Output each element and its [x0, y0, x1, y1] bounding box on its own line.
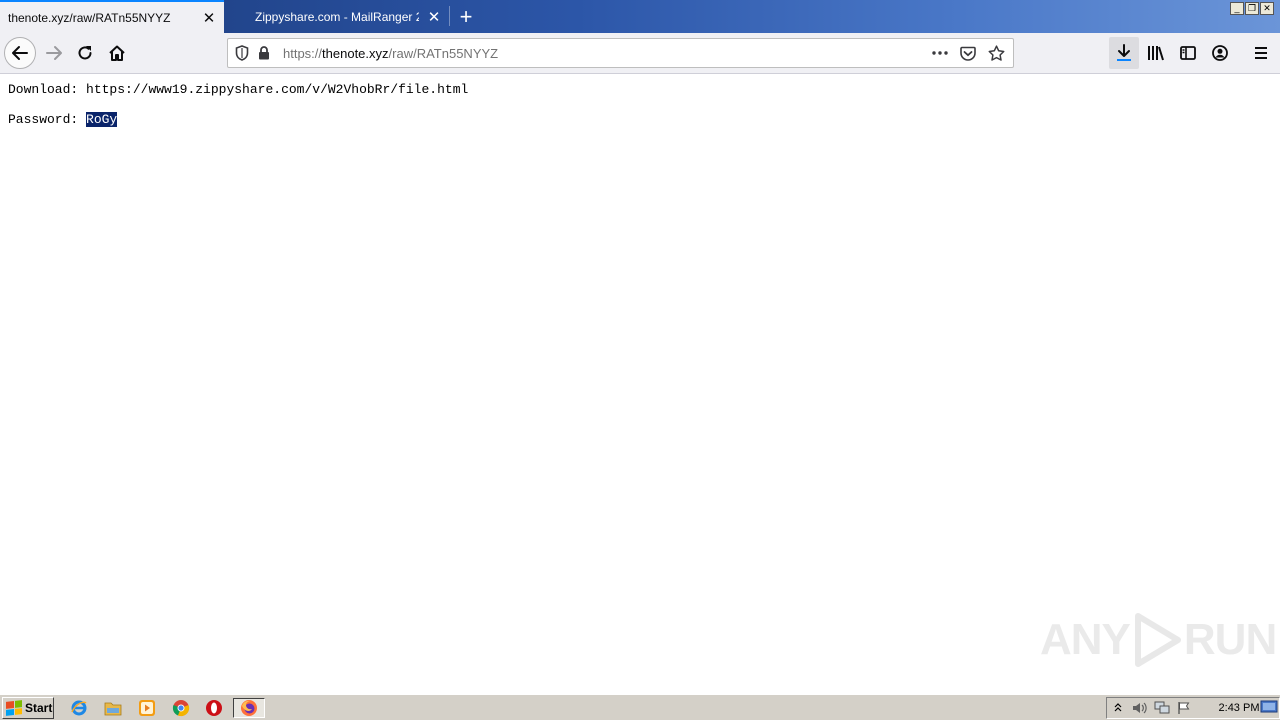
close-tab-icon[interactable]: ✕: [194, 9, 224, 27]
chrome-icon[interactable]: [170, 698, 192, 718]
tab-active[interactable]: thenote.xyz/raw/RATn55NYYZ ✕: [0, 0, 224, 33]
password-label: Password:: [8, 112, 79, 127]
sidebar-icon: [1180, 46, 1196, 60]
reload-icon: [78, 46, 92, 60]
url-actions: [929, 42, 1007, 64]
volume-icon[interactable]: [1129, 698, 1151, 718]
close-tab-icon[interactable]: ✕: [419, 8, 449, 26]
password-value[interactable]: RoGy: [86, 112, 118, 127]
tracking-shield-icon[interactable]: [231, 39, 253, 67]
tab-strip: thenote.xyz/raw/RATn55NYYZ ✕ Zippyshare.…: [0, 0, 1280, 33]
new-tab-button[interactable]: +: [452, 0, 480, 33]
tab-title: Zippyshare.com - MailRanger 2.rar: [255, 9, 419, 24]
explorer-icon[interactable]: [102, 698, 124, 718]
download-url: https://www19.zippyshare.com/v/W2VhobRr/…: [86, 82, 469, 97]
download-line: Download: https://www19.zippyshare.com/v…: [8, 82, 468, 97]
network-icon[interactable]: [1151, 698, 1173, 718]
nav-bar: https://thenote.xyz/raw/RATn55NYYZ: [0, 33, 1280, 74]
tab-inactive[interactable]: Zippyshare.com - MailRanger 2.rar ✕: [225, 0, 449, 33]
arrow-left-icon: [12, 46, 28, 60]
account-icon: [1212, 45, 1228, 61]
action-center-flag-icon[interactable]: [1173, 698, 1195, 718]
password-line: Password: RoGy: [8, 112, 118, 127]
play-logo-icon: [1132, 613, 1182, 667]
url-host: thenote.xyz: [322, 45, 389, 61]
url-path: /raw/RATn55NYYZ: [388, 45, 499, 61]
restore-button[interactable]: ❐: [1245, 2, 1259, 15]
download-icon: [1117, 44, 1131, 61]
url-text[interactable]: https://thenote.xyz/raw/RATn55NYYZ: [283, 46, 929, 61]
forward-button[interactable]: [38, 37, 70, 69]
home-button[interactable]: [101, 37, 133, 69]
show-desktop-icon[interactable]: [1260, 699, 1278, 715]
url-scheme: https://: [283, 45, 323, 61]
lock-icon[interactable]: [253, 39, 275, 67]
bookmark-star-icon[interactable]: [985, 42, 1007, 64]
media-player-icon[interactable]: [136, 698, 158, 718]
tab-separator: [449, 6, 450, 26]
page-actions-icon[interactable]: [929, 42, 951, 64]
sidebar-button[interactable]: [1173, 37, 1203, 69]
firefox-icon[interactable]: [233, 698, 265, 718]
app-menu-button[interactable]: [1246, 37, 1276, 69]
minimize-button[interactable]: _: [1230, 2, 1244, 15]
ie-icon[interactable]: [68, 698, 90, 718]
pocket-icon[interactable]: [957, 42, 979, 64]
library-icon: [1148, 46, 1164, 61]
tab-title: thenote.xyz/raw/RATn55NYYZ: [8, 10, 171, 25]
taskbar: Start 2:43 PM: [0, 694, 1280, 720]
system-tray: 2:43 PM: [1106, 697, 1280, 719]
home-icon: [109, 45, 125, 61]
arrow-right-icon: [46, 46, 62, 60]
page-content: Download: https://www19.zippyshare.com/v…: [0, 75, 1280, 691]
account-button[interactable]: [1205, 37, 1235, 69]
opera-icon[interactable]: [203, 698, 225, 718]
window-controls: _ ❐ ✕: [1230, 2, 1274, 15]
reload-button[interactable]: [69, 37, 101, 69]
url-bar[interactable]: https://thenote.xyz/raw/RATn55NYYZ: [227, 38, 1014, 68]
tray-expand-icon[interactable]: [1107, 698, 1129, 718]
anyrun-watermark: ANY RUN: [1040, 610, 1277, 670]
start-label: Start: [25, 701, 53, 715]
download-label: Download:: [8, 82, 79, 97]
windows-logo-icon: [6, 700, 22, 716]
library-button[interactable]: [1141, 37, 1171, 69]
hamburger-menu-icon: [1255, 47, 1267, 59]
back-button[interactable]: [4, 37, 36, 69]
downloads-button[interactable]: [1109, 37, 1139, 69]
watermark-right: RUN: [1183, 615, 1277, 664]
watermark-left: ANY: [1040, 615, 1131, 664]
start-button[interactable]: Start: [2, 697, 54, 719]
close-window-button[interactable]: ✕: [1260, 2, 1274, 15]
